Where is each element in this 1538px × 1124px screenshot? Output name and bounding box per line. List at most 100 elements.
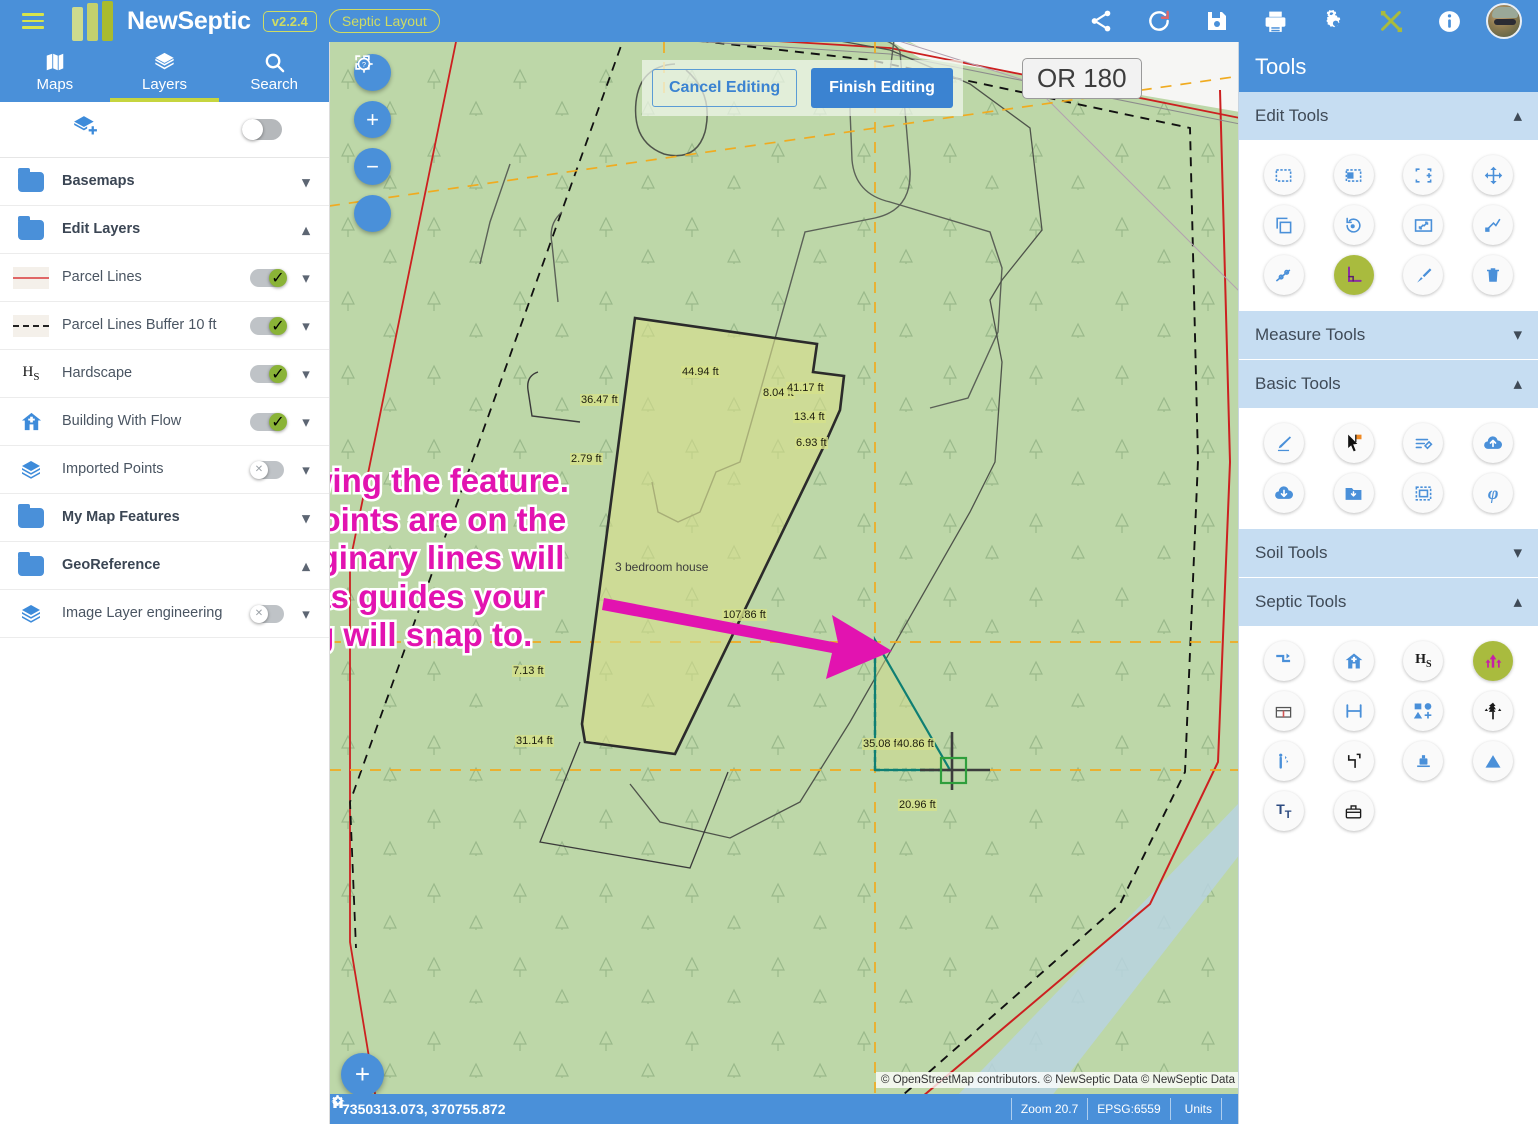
layer-item-imported-points[interactable]: Imported Points ✕ ▾ (0, 446, 329, 494)
hardscape-hs-tool[interactable]: HS (1403, 641, 1444, 681)
layer-group-label: My Map Features (62, 509, 180, 526)
copy-tool[interactable] (1263, 205, 1304, 245)
info-icon[interactable] (1420, 0, 1478, 42)
tool-section-septic-tools[interactable]: Septic Tools ▴ (1239, 578, 1538, 627)
avatar[interactable] (1486, 3, 1522, 39)
tool-section-measure-tools[interactable]: Measure Tools ▾ (1239, 311, 1538, 360)
save-icon[interactable] (1188, 0, 1246, 42)
zoom-in-button[interactable]: + (354, 101, 391, 138)
layer-visibility-toggle[interactable]: ✓ (250, 364, 287, 383)
basic-tools-grid: φ (1239, 409, 1538, 529)
pump-tool[interactable] (1403, 741, 1444, 781)
scale-tool[interactable] (1403, 205, 1444, 245)
add-feature-button[interactable]: + (341, 1053, 384, 1096)
chevron-down-icon[interactable]: ▾ (1513, 325, 1522, 345)
pencil-draw-tool[interactable] (1263, 423, 1304, 463)
share-icon[interactable] (1072, 0, 1130, 42)
layer-visibility-toggle[interactable]: ✓ (250, 268, 287, 287)
chevron-down-icon[interactable]: ▾ (293, 509, 319, 527)
print-icon[interactable] (1246, 0, 1304, 42)
version-badge: v2.2.4 (262, 10, 317, 32)
select-add-shape-tool[interactable] (1333, 155, 1374, 195)
layer-visibility-toggle[interactable]: ✕ (250, 460, 284, 479)
tools-crossed-icon[interactable] (1362, 0, 1420, 42)
map-canvas[interactable]: + − ? Cancel Editing Finish Editing OR 1… (330, 42, 1240, 1124)
phi-tool[interactable]: φ (1473, 473, 1514, 513)
layer-visibility-toggle[interactable]: ✓ (250, 412, 287, 431)
chevron-up-icon[interactable]: ▴ (1513, 106, 1522, 126)
cancel-editing-button[interactable]: Cancel Editing (652, 69, 798, 107)
layer-label: Image Layer engineering (62, 605, 223, 622)
epsg-chip[interactable]: EPSG:6559 (1087, 1098, 1169, 1120)
master-layer-toggle[interactable] (242, 119, 282, 140)
pipe-run-tool[interactable] (1263, 641, 1304, 681)
cloud-download-tool[interactable] (1263, 473, 1304, 513)
settings-gears-icon[interactable] (1304, 0, 1362, 42)
edit-vertex-tool[interactable] (1473, 205, 1514, 245)
add-layer-icon[interactable] (72, 114, 98, 145)
zoom-level-chip[interactable]: Zoom 20.7 (1010, 1098, 1087, 1120)
split-line-tool[interactable] (1263, 255, 1304, 295)
layer-visibility-toggle[interactable]: ✓ (250, 316, 287, 335)
layer-item-hardscape[interactable]: HS Hardscape ✓ ▾ (0, 350, 329, 398)
folder-save-tool[interactable] (1333, 473, 1374, 513)
move-tool[interactable] (1473, 155, 1514, 195)
cloud-upload-tool[interactable] (1473, 423, 1514, 463)
distance-tool[interactable] (1333, 691, 1374, 731)
layer-group-georeference[interactable]: GeoReference ▴ (0, 542, 329, 590)
edit-attributes-tool[interactable] (1403, 423, 1444, 463)
locate-button[interactable]: ? (354, 55, 391, 232)
units-chip[interactable]: Units (332, 1095, 1221, 1120)
cursor-flag-tool[interactable] (1333, 423, 1374, 463)
hamburger-icon[interactable] (10, 13, 56, 29)
finish-editing-button[interactable]: Finish Editing (811, 68, 953, 108)
chevron-down-icon[interactable]: ▾ (293, 365, 319, 383)
chevron-up-icon[interactable]: ▴ (1513, 374, 1522, 394)
drainfield-tool[interactable] (1473, 641, 1514, 681)
tool-section-soil-tools[interactable]: Soil Tools ▾ (1239, 529, 1538, 578)
layer-item-parcel-lines[interactable]: Parcel Lines ✓ ▾ (0, 254, 329, 302)
mode-badge: Septic Layout (328, 9, 440, 33)
chevron-down-icon[interactable]: ▾ (293, 413, 319, 431)
chevron-down-icon[interactable]: ▾ (293, 269, 319, 287)
tab-search[interactable]: Search (219, 42, 329, 102)
right-angle-tool[interactable] (1333, 255, 1374, 295)
vent-tool[interactable] (1263, 741, 1304, 781)
select-region-tool[interactable] (1403, 473, 1444, 513)
chevron-up-icon[interactable]: ▴ (293, 557, 319, 575)
chevron-down-icon[interactable]: ▾ (293, 317, 319, 335)
layer-group-edit-layers[interactable]: Edit Layers ▴ (0, 206, 329, 254)
tank-tool[interactable] (1263, 691, 1304, 731)
add-symbols-tool[interactable] (1403, 691, 1444, 731)
cw-pipe-tool[interactable] (1333, 741, 1374, 781)
layer-group-my-map-features[interactable]: My Map Features ▾ (0, 494, 329, 542)
layer-item-image-layer[interactable]: Image Layer engineering ✕ ▾ (0, 590, 329, 638)
chevron-down-icon[interactable]: ▾ (293, 173, 319, 191)
erase-brush-tool[interactable] (1403, 255, 1444, 295)
layer-item-parcel-lines-buffer[interactable]: Parcel Lines Buffer 10 ft ✓ ▾ (0, 302, 329, 350)
layer-visibility-toggle[interactable]: ✕ (250, 604, 284, 623)
select-plus-tool[interactable] (1403, 155, 1444, 195)
map-icon (43, 51, 67, 73)
tab-layers[interactable]: Layers (109, 42, 220, 102)
tool-section-edit-tools[interactable]: Edit Tools ▴ (1239, 92, 1538, 141)
triangle-marker-tool[interactable] (1473, 741, 1514, 781)
delete-tool[interactable] (1473, 255, 1514, 295)
zoom-out-button[interactable]: − (354, 148, 391, 185)
chevron-up-icon[interactable]: ▴ (293, 221, 319, 239)
text-label-tool[interactable]: TT (1263, 791, 1304, 831)
tab-maps[interactable]: Maps (0, 42, 110, 102)
chevron-up-icon[interactable]: ▴ (1513, 592, 1522, 612)
tree-cluster-tool[interactable] (1473, 691, 1514, 731)
tool-section-basic-tools[interactable]: Basic Tools ▴ (1239, 360, 1538, 409)
select-box-tool[interactable] (1263, 155, 1304, 195)
layer-group-basemaps[interactable]: Basemaps ▾ (0, 158, 329, 206)
chevron-down-icon[interactable]: ▾ (293, 605, 319, 623)
rotate-tool[interactable] (1333, 205, 1374, 245)
chevron-down-icon[interactable]: ▾ (1513, 543, 1522, 563)
house-tool[interactable] (1333, 641, 1374, 681)
refresh-icon[interactable] (1130, 0, 1188, 42)
chevron-down-icon[interactable]: ▾ (293, 461, 319, 479)
layer-item-building-with-flow[interactable]: Building With Flow ✓ ▾ (0, 398, 329, 446)
toolbox-tool[interactable] (1333, 791, 1374, 831)
